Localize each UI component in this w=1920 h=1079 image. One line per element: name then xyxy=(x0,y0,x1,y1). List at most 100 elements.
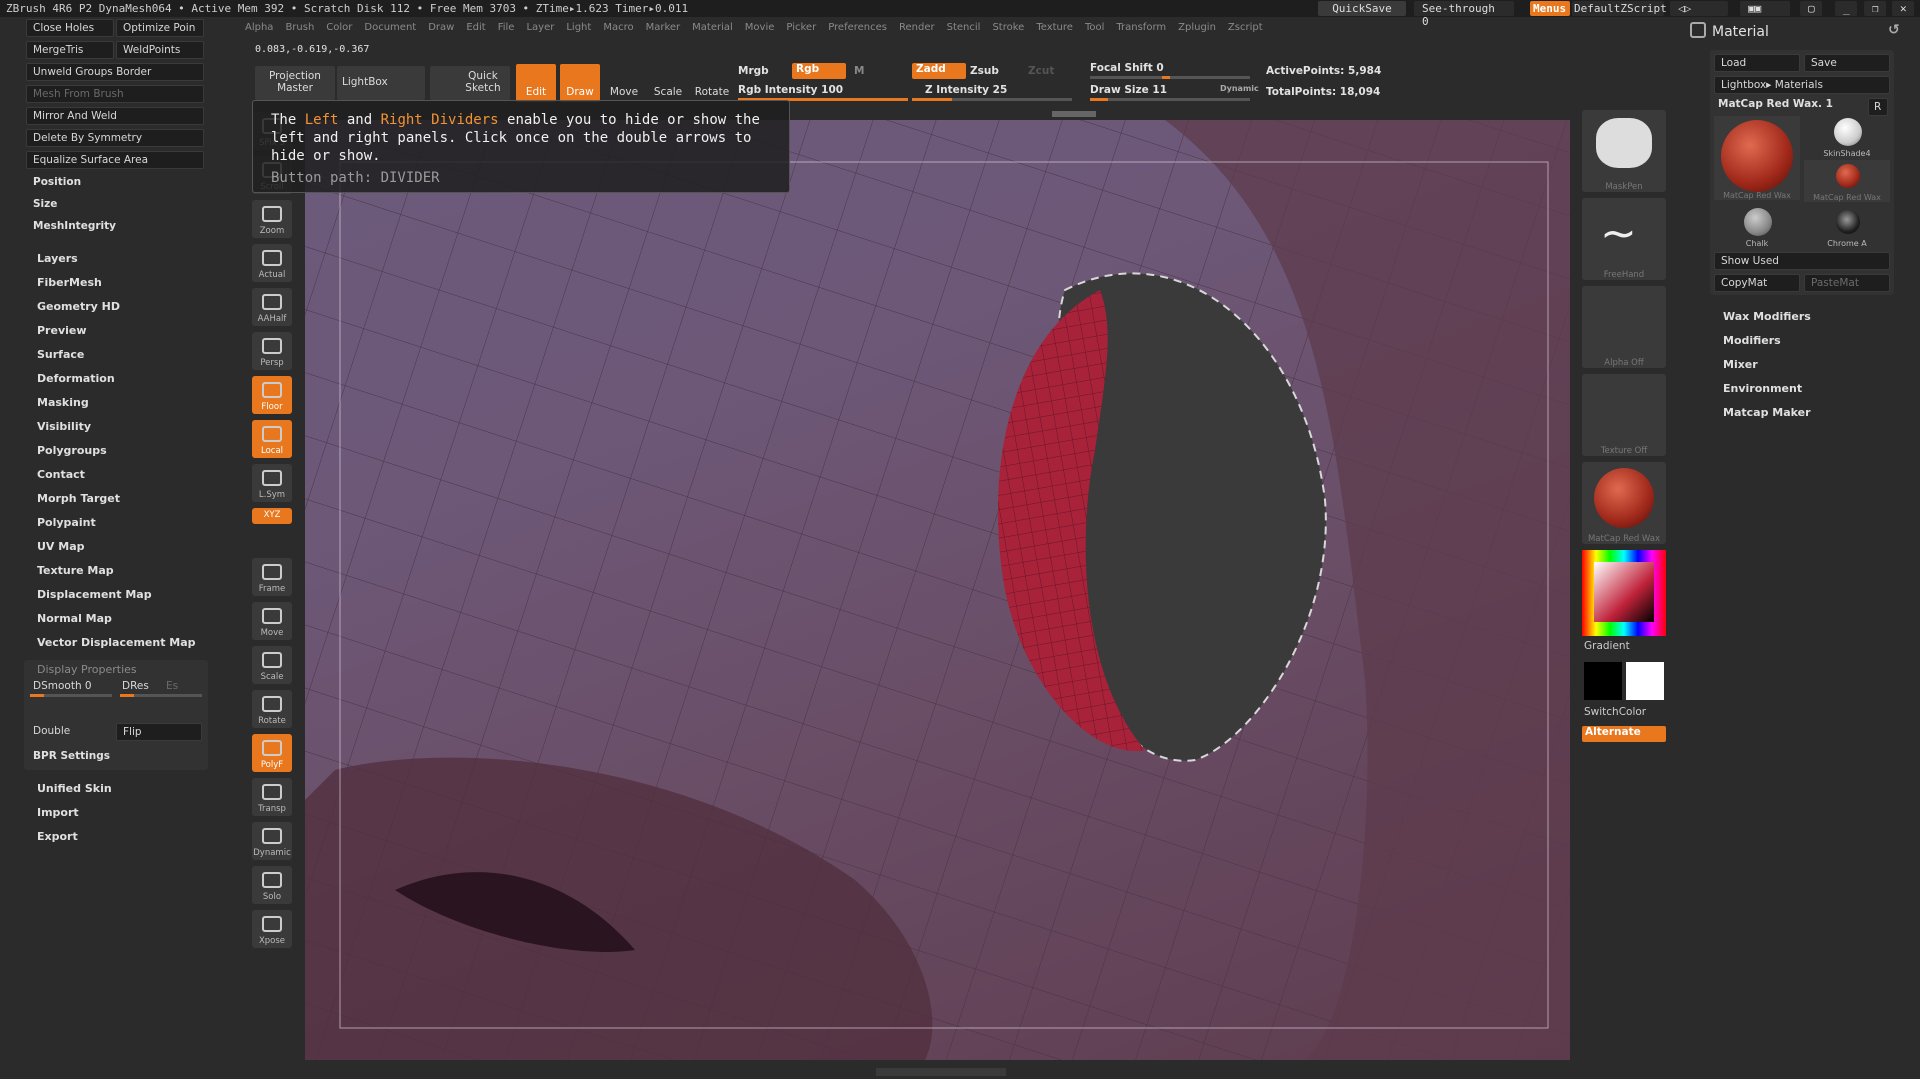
position-subpalette[interactable]: Position xyxy=(33,176,81,188)
reset-icon[interactable]: ↺ xyxy=(1888,22,1900,38)
divider-arrows-icon[interactable]: ◁▷ xyxy=(1670,1,1728,16)
alpha-slot[interactable]: Alpha Off xyxy=(1582,286,1666,368)
load-material-button[interactable]: Load xyxy=(1714,54,1800,72)
restore-material-button[interactable]: R xyxy=(1868,98,1888,116)
bpr-settings-subpalette[interactable]: BPR Settings xyxy=(33,750,110,762)
top-divider-handle[interactable] xyxy=(1052,111,1096,117)
shelf-rotate-button[interactable]: Rotate xyxy=(252,690,292,728)
save-material-button[interactable]: Save xyxy=(1804,54,1890,72)
stroke-slot[interactable]: ~ FreeHand xyxy=(1582,198,1666,280)
mergetris-button[interactable]: MergeTris xyxy=(26,41,114,59)
z-intensity-slider[interactable]: Z Intensity 25 xyxy=(925,84,1007,96)
edit-mode-button[interactable]: Edit xyxy=(516,64,556,102)
subpalette-texture-map[interactable]: Texture Map xyxy=(37,564,114,577)
material-swatch-chrome[interactable]: Chrome A xyxy=(1804,204,1890,248)
menu-zplugin[interactable]: Zplugin xyxy=(1178,22,1216,33)
menu-render[interactable]: Render xyxy=(899,22,935,33)
subpalette-geometry-hd[interactable]: Geometry HD xyxy=(37,300,120,313)
layout-icon[interactable]: ▣▣ xyxy=(1740,1,1790,16)
scale-mode-button[interactable]: Scale xyxy=(648,64,688,102)
delete-by-symmetry-button[interactable]: Delete By Symmetry xyxy=(26,129,204,147)
menu-transform[interactable]: Transform xyxy=(1116,22,1166,33)
material-slot[interactable]: MatCap Red Wax xyxy=(1582,462,1666,544)
canvas-viewport[interactable] xyxy=(305,120,1570,1060)
subpalette-visibility[interactable]: Visibility xyxy=(37,420,91,433)
subpalette-deformation[interactable]: Deformation xyxy=(37,372,115,385)
close-icon[interactable]: ✕ xyxy=(1892,1,1914,16)
current-material-slider[interactable]: MatCap Red Wax. 1 xyxy=(1718,98,1833,110)
restore-icon[interactable]: ❐ xyxy=(1864,1,1886,16)
close-holes-button[interactable]: Close Holes xyxy=(26,19,114,37)
subpalette-surface[interactable]: Surface xyxy=(37,348,84,361)
subpalette-preview[interactable]: Preview xyxy=(37,324,87,337)
shelf-move-button[interactable]: Move xyxy=(252,602,292,640)
shelf-xpose-button[interactable]: Xpose xyxy=(252,910,292,948)
menu-color[interactable]: Color xyxy=(326,22,352,33)
subpalette-unified-skin[interactable]: Unified Skin xyxy=(37,782,112,795)
menu-marker[interactable]: Marker xyxy=(646,22,681,33)
shelf-transp-button[interactable]: Transp xyxy=(252,778,292,816)
mesh-from-brush-button[interactable]: Mesh From Brush xyxy=(26,85,204,103)
default-zscript-button[interactable]: DefaultZScript xyxy=(1572,1,1667,16)
equalize-surface-area-button[interactable]: Equalize Surface Area xyxy=(26,151,204,169)
main-color-swatch[interactable] xyxy=(1584,662,1622,700)
subpalette-polygroups[interactable]: Polygroups xyxy=(37,444,107,457)
m-button[interactable]: M xyxy=(854,65,864,77)
menu-file[interactable]: File xyxy=(498,22,515,33)
draw-mode-button[interactable]: Draw xyxy=(560,64,600,102)
menu-texture[interactable]: Texture xyxy=(1036,22,1073,33)
material-swatch-main[interactable]: MatCap Red Wax xyxy=(1714,116,1800,200)
menu-picker[interactable]: Picker xyxy=(786,22,816,33)
draw-size-slider[interactable]: Draw Size 11 xyxy=(1090,84,1167,96)
meshintegrity-subpalette[interactable]: MeshIntegrity xyxy=(33,220,116,232)
menus-button[interactable]: Menus xyxy=(1530,1,1570,16)
double-button[interactable]: Double xyxy=(27,723,115,741)
shelf-l-sym-button[interactable]: L.Sym xyxy=(252,464,292,502)
menu-preferences[interactable]: Preferences xyxy=(828,22,887,33)
pastemat-button[interactable]: PasteMat xyxy=(1804,274,1890,292)
optimize-points-button[interactable]: Optimize Poin xyxy=(116,19,204,37)
lightbox-materials-button[interactable]: Lightbox▸ Materials xyxy=(1714,76,1890,94)
menu-brush[interactable]: Brush xyxy=(285,22,314,33)
shelf-floor-button[interactable]: Floor xyxy=(252,376,292,414)
bottom-divider-handle[interactable] xyxy=(876,1068,1006,1076)
secondary-color-swatch[interactable] xyxy=(1626,662,1664,700)
subpalette-environment[interactable]: Environment xyxy=(1723,382,1802,395)
rgb-button[interactable]: Rgb xyxy=(792,63,846,79)
quicksave-button[interactable]: QuickSave xyxy=(1318,1,1406,16)
shelf-local-button[interactable]: Local xyxy=(252,420,292,458)
shelf-xyz-button[interactable]: XYZ xyxy=(252,508,292,524)
size-subpalette[interactable]: Size xyxy=(33,198,57,210)
menu-material[interactable]: Material xyxy=(692,22,733,33)
mirror-and-weld-button[interactable]: Mirror And Weld xyxy=(26,107,204,125)
subpalette-mixer[interactable]: Mixer xyxy=(1723,358,1758,371)
menu-movie[interactable]: Movie xyxy=(745,22,775,33)
display-properties-title[interactable]: Display Properties xyxy=(37,663,137,676)
alternate-button[interactable]: Alternate xyxy=(1582,726,1666,742)
subpalette-export[interactable]: Export xyxy=(37,830,78,843)
menu-tool[interactable]: Tool xyxy=(1085,22,1104,33)
subpalette-masking[interactable]: Masking xyxy=(37,396,89,409)
subpalette-normal-map[interactable]: Normal Map xyxy=(37,612,112,625)
shelf-aahalf-button[interactable]: AAHalf xyxy=(252,288,292,326)
shelf-dynamic-button[interactable]: Dynamic xyxy=(252,822,292,860)
rgb-intensity-slider[interactable]: Rgb Intensity 100 xyxy=(738,84,843,96)
subpalette-wax-modifiers[interactable]: Wax Modifiers xyxy=(1723,310,1811,323)
menu-alpha[interactable]: Alpha xyxy=(245,22,273,33)
move-mode-button[interactable]: Move xyxy=(604,64,644,102)
color-square[interactable] xyxy=(1594,562,1654,622)
shelf-scale-button[interactable]: Scale xyxy=(252,646,292,684)
menu-stencil[interactable]: Stencil xyxy=(947,22,981,33)
projection-master-button[interactable]: Projection Master xyxy=(255,66,335,100)
weldpoints-button[interactable]: WeldPoints xyxy=(116,41,204,59)
menu-zscript[interactable]: Zscript xyxy=(1228,22,1263,33)
subpalette-import[interactable]: Import xyxy=(37,806,79,819)
menu-edit[interactable]: Edit xyxy=(466,22,485,33)
copymat-button[interactable]: CopyMat xyxy=(1714,274,1800,292)
color-picker[interactable] xyxy=(1582,550,1666,636)
brush-slot[interactable]: MaskPen xyxy=(1582,110,1666,192)
shelf-persp-button[interactable]: Persp xyxy=(252,332,292,370)
zadd-button[interactable]: Zadd xyxy=(912,63,966,79)
menu-draw[interactable]: Draw xyxy=(428,22,454,33)
subpalette-vector-displacement-map[interactable]: Vector Displacement Map xyxy=(37,636,196,649)
